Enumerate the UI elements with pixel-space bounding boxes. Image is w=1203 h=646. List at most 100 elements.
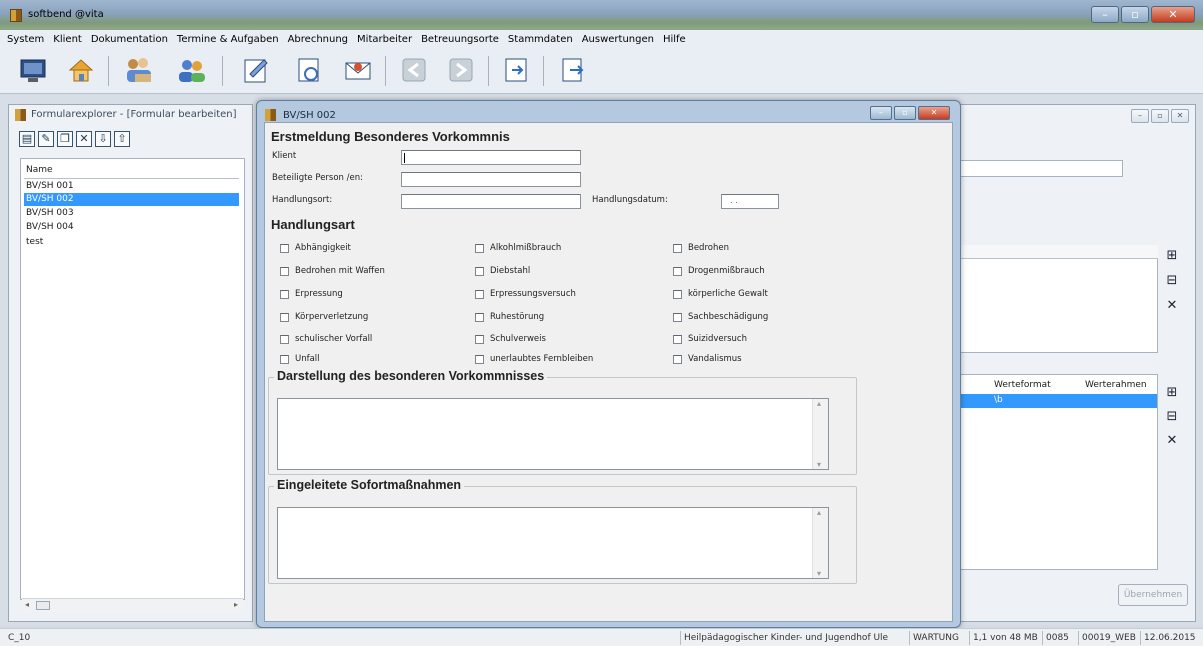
- menu-system[interactable]: System: [7, 34, 44, 45]
- menu-mitarbeiter[interactable]: Mitarbeiter: [357, 34, 412, 45]
- horizontal-scrollbar[interactable]: ◂ ▸: [22, 598, 243, 612]
- checkbox-box[interactable]: [280, 334, 289, 344]
- checkbox-box[interactable]: [673, 312, 682, 322]
- darstellung-scrollbar[interactable]: [812, 399, 828, 469]
- checkbox-vandalismus[interactable]: Vandalismus: [673, 354, 742, 364]
- editor-close-button[interactable]: ✕: [1171, 109, 1189, 123]
- export-icon[interactable]: [500, 54, 532, 86]
- checkbox-box[interactable]: [673, 243, 682, 253]
- checkbox-box[interactable]: [280, 266, 289, 276]
- beteiligte-input[interactable]: [401, 172, 581, 187]
- group-icon[interactable]: [123, 54, 155, 86]
- col-werteformat[interactable]: Werteformat: [994, 377, 1051, 393]
- checkbox-bedrohen[interactable]: Bedrohen: [673, 243, 729, 253]
- menu-abrechnung[interactable]: Abrechnung: [288, 34, 348, 45]
- edit-field-icon[interactable]: ⊟: [1163, 272, 1181, 290]
- delete-icon[interactable]: ✕: [76, 131, 92, 147]
- checkbox-ruhestoerung[interactable]: Ruhestörung: [475, 312, 544, 322]
- menu-stammdaten[interactable]: Stammdaten: [508, 34, 573, 45]
- delete-value-icon[interactable]: ✕: [1163, 432, 1181, 450]
- checkbox-schulverweis[interactable]: Schulverweis: [475, 334, 546, 344]
- menu-dokumentation[interactable]: Dokumentation: [91, 34, 168, 45]
- new-form-icon[interactable]: ▤: [19, 131, 35, 147]
- checkbox-abhaengigkeit[interactable]: Abhängigkeit: [280, 243, 351, 253]
- edit-form-icon[interactable]: ✎: [38, 131, 54, 147]
- editor-name-field[interactable]: [958, 160, 1123, 177]
- list-item[interactable]: BV/SH 004: [24, 221, 239, 234]
- maximize-button[interactable]: ▫: [1121, 6, 1149, 23]
- checkbox-suizidversuch[interactable]: Suizidversuch: [673, 334, 747, 344]
- checkbox-box[interactable]: [475, 354, 484, 364]
- accept-button[interactable]: Übernehmen: [1118, 584, 1188, 606]
- checkbox-box[interactable]: [475, 312, 484, 322]
- checkbox-box[interactable]: [673, 354, 682, 364]
- scroll-thumb[interactable]: [36, 601, 50, 610]
- back-icon[interactable]: [398, 54, 430, 86]
- checkbox-box[interactable]: [280, 243, 289, 253]
- checkbox-alkoholmissbrauch[interactable]: Alkohlmißbrauch: [475, 243, 561, 253]
- home-icon[interactable]: [65, 54, 97, 86]
- minimize-button[interactable]: –: [1091, 6, 1119, 23]
- print-icon[interactable]: [556, 54, 588, 86]
- copy-form-icon[interactable]: ❐: [57, 131, 73, 147]
- checkbox-diebstahl[interactable]: Diebstahl: [475, 266, 530, 276]
- col-werterahmen[interactable]: Werterahmen: [1085, 377, 1147, 393]
- export-form-icon[interactable]: ⇩: [95, 131, 111, 147]
- checkbox-box[interactable]: [280, 289, 289, 299]
- scroll-left-icon[interactable]: ◂: [25, 600, 29, 609]
- mail-icon[interactable]: [342, 54, 374, 86]
- add-value-icon[interactable]: ⊞: [1163, 384, 1181, 402]
- delete-field-icon[interactable]: ✕: [1163, 297, 1181, 315]
- klient-input[interactable]: [401, 150, 581, 165]
- checkbox-sachbeschaedigung[interactable]: Sachbeschädigung: [673, 312, 768, 322]
- dialog-minimize-button[interactable]: –: [870, 106, 892, 120]
- handlungsdatum-input[interactable]: . .: [721, 194, 779, 209]
- menu-klient[interactable]: Klient: [53, 34, 82, 45]
- close-button[interactable]: ✕: [1151, 6, 1195, 23]
- checkbox-schulischer-vorfall[interactable]: schulischer Vorfall: [280, 334, 372, 344]
- checkbox-koerperliche-gewalt[interactable]: körperliche Gewalt: [673, 289, 768, 299]
- checkbox-box[interactable]: [280, 312, 289, 322]
- checkbox-erpressung[interactable]: Erpressung: [280, 289, 343, 299]
- grid-row-selected[interactable]: [958, 394, 1157, 408]
- sofortmassnahmen-textarea[interactable]: [277, 507, 829, 579]
- checkbox-erpressungsversuch[interactable]: Erpressungsversuch: [475, 289, 576, 299]
- checkbox-unfall[interactable]: Unfall: [280, 354, 320, 364]
- list-item-selected[interactable]: BV/SH 002: [24, 193, 239, 206]
- edit-form-icon[interactable]: [240, 54, 272, 86]
- dialog-close-button[interactable]: ✕: [918, 106, 950, 120]
- darstellung-textarea[interactable]: [277, 398, 829, 470]
- scroll-right-icon[interactable]: ▸: [234, 600, 238, 609]
- list-item[interactable]: BV/SH 001: [24, 180, 239, 193]
- checkbox-box[interactable]: [475, 243, 484, 253]
- checkbox-box[interactable]: [475, 266, 484, 276]
- list-item[interactable]: test: [24, 236, 239, 249]
- checkbox-box[interactable]: [673, 266, 682, 276]
- checkbox-box[interactable]: [475, 334, 484, 344]
- edit-value-icon[interactable]: ⊟: [1163, 408, 1181, 426]
- checkbox-box[interactable]: [673, 334, 682, 344]
- checkbox-drogenmissbrauch[interactable]: Drogenmißbrauch: [673, 266, 765, 276]
- menu-hilfe[interactable]: Hilfe: [663, 34, 686, 45]
- add-field-icon[interactable]: ⊞: [1163, 247, 1181, 265]
- menu-termine[interactable]: Termine & Aufgaben: [177, 34, 279, 45]
- handlungsort-input[interactable]: [401, 194, 581, 209]
- dialog-maximize-button[interactable]: ▫: [894, 106, 916, 120]
- checkbox-box[interactable]: [673, 289, 682, 299]
- refresh-icon[interactable]: [293, 54, 325, 86]
- sofortmassnahmen-scrollbar[interactable]: [812, 508, 828, 578]
- editor-maximize-button[interactable]: ▫: [1151, 109, 1169, 123]
- users-icon[interactable]: [176, 54, 208, 86]
- import-form-icon[interactable]: ⇧: [114, 131, 130, 147]
- list-item[interactable]: BV/SH 003: [24, 207, 239, 220]
- forward-icon[interactable]: [445, 54, 477, 86]
- menu-betreuungsorte[interactable]: Betreuungsorte: [421, 34, 499, 45]
- editor-fields-list[interactable]: [958, 245, 1158, 353]
- checkbox-box[interactable]: [475, 289, 484, 299]
- checkbox-koerperverletzung[interactable]: Körperverletzung: [280, 312, 368, 322]
- editor-minimize-button[interactable]: –: [1131, 109, 1149, 123]
- menu-auswertungen[interactable]: Auswertungen: [582, 34, 654, 45]
- checkbox-unerlaubtes-fernbleiben[interactable]: unerlaubtes Fernbleiben: [475, 354, 593, 364]
- checkbox-box[interactable]: [280, 354, 289, 364]
- list-column-header[interactable]: Name: [24, 165, 239, 179]
